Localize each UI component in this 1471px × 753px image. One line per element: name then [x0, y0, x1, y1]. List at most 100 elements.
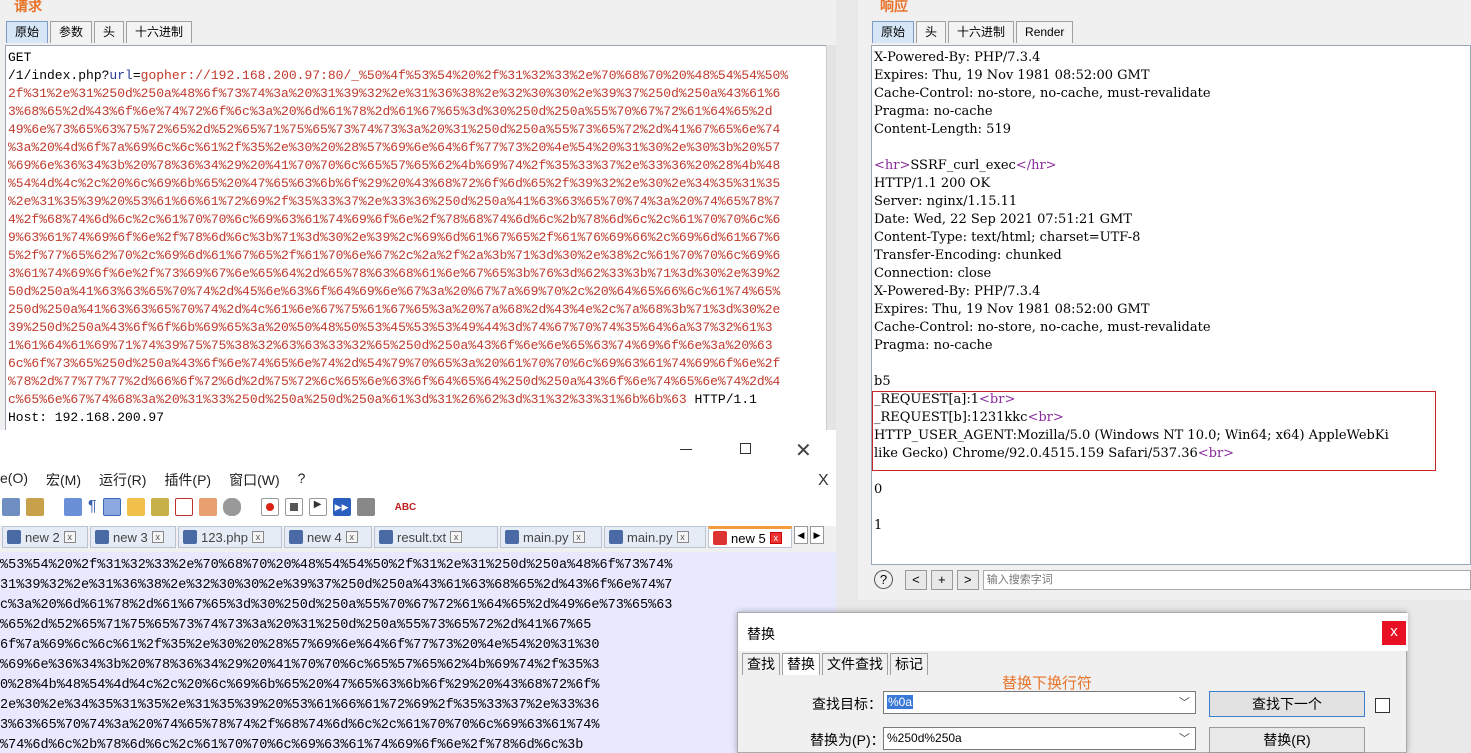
find-field[interactable]: %0a ﹀ — [883, 691, 1196, 714]
doc-map-icon[interactable] — [126, 498, 145, 516]
tab-hex[interactable]: 十六进制 — [126, 21, 193, 43]
file-tab[interactable]: new 4x — [284, 526, 372, 548]
close-tab-icon[interactable]: x — [450, 531, 463, 543]
tab-replace[interactable]: 替换 — [782, 653, 820, 675]
pdf-icon[interactable] — [174, 498, 193, 516]
next-button[interactable]: > — [956, 569, 979, 590]
replace-field[interactable]: %250d%250a ﹀ — [883, 727, 1196, 750]
tab-raw[interactable]: 原始 — [6, 21, 49, 43]
notepad-close-x[interactable]: X — [818, 472, 829, 490]
response-line: HTTP/1.1 200 OK — [874, 176, 991, 191]
tab-scroll-left[interactable]: ◀ — [794, 526, 808, 544]
tab-mark[interactable]: 标记 — [890, 653, 928, 675]
search-input[interactable] — [982, 569, 1471, 590]
tab-find-in-files[interactable]: 文件查找 — [822, 653, 888, 675]
response-panel: 响应 原始 头 十六进制 Render X-Powered-By: PHP/7.… — [858, 0, 1471, 600]
maximize-button[interactable] — [740, 443, 751, 454]
save-all-icon[interactable] — [2, 498, 20, 516]
request-url-line-last: c%65%6e%67%74%68%3a%20%31%33%250d%250a%2… — [8, 391, 824, 409]
close-tab-icon[interactable]: x — [769, 532, 782, 544]
response-line: Content-Length: 519 — [874, 122, 1011, 137]
tab-label: new 4 — [307, 529, 342, 545]
response-body-one: 1 — [874, 518, 883, 533]
function-list-icon[interactable] — [150, 498, 169, 516]
file-tab[interactable]: main.py x — [500, 526, 602, 548]
folder-icon[interactable] — [198, 498, 217, 516]
minimize-button[interactable] — [680, 449, 692, 450]
saved-icon — [7, 530, 21, 544]
file-tab[interactable]: main.py x — [604, 526, 706, 548]
response-tabs: 原始 头 十六进制 Render — [872, 21, 1074, 43]
response-line: Pragma: no-cache — [874, 104, 993, 119]
notepad-toolbar: ¶ ▶ ▶▶ ABC — [0, 494, 836, 520]
response-line: Transfer-Encoding: chunked — [874, 248, 1062, 263]
hr-text: SSRF_curl_exec — [910, 158, 1016, 173]
add-button[interactable]: + — [930, 569, 953, 590]
chevron-down-icon[interactable]: ﹀ — [1179, 730, 1190, 746]
monitor-icon[interactable] — [222, 498, 241, 516]
notepad-editor[interactable]: %53%54%20%2f%31%32%33%2e%70%68%70%20%48%… — [0, 552, 836, 753]
save-macro-icon[interactable] — [356, 498, 375, 516]
replace-button[interactable]: 替换(R) — [1209, 727, 1365, 753]
find-label: 查找目标： — [812, 696, 882, 712]
request-editor[interactable]: GET /1/index.php?url=gopher://192.168.20… — [5, 45, 827, 440]
response-line: Cache-Control: no-store, no-cache, must-… — [874, 86, 1211, 101]
file-tab[interactable]: result.txt x — [374, 526, 498, 548]
request-method-line: GET — [8, 50, 32, 65]
response-search-bar: ? < + > — [871, 566, 1471, 593]
menu-item[interactable]: 插件(P) — [164, 470, 211, 492]
tab-render[interactable]: Render — [1016, 21, 1074, 43]
tab-params[interactable]: 参数 — [50, 21, 93, 43]
request-url-line: 6c%6f%73%65%250d%250a%43%6f%6e%74%65%6e%… — [8, 356, 781, 371]
prev-button[interactable]: < — [904, 569, 927, 590]
tab-scroll-right[interactable]: ▶ — [810, 526, 824, 544]
find-next-button[interactable]: 查找下一个 — [1209, 691, 1365, 717]
saved-icon — [289, 530, 303, 544]
spellcheck-icon[interactable]: ABC — [395, 502, 417, 513]
response-line: Cache-Control: no-store, no-cache, must-… — [874, 320, 1211, 335]
menu-item[interactable]: ? — [298, 470, 306, 492]
lock-icon[interactable] — [26, 498, 44, 516]
close-tab-icon[interactable]: x — [63, 531, 76, 543]
menu-item[interactable]: 窗口(W) — [229, 470, 280, 492]
response-blank — [874, 499, 1468, 517]
indent-guide-icon[interactable] — [102, 498, 121, 516]
file-tab[interactable]: new 3x — [90, 526, 176, 548]
close-tab-icon[interactable]: x — [151, 531, 164, 543]
close-tab-icon[interactable]: x — [572, 531, 585, 543]
menu-item[interactable]: e(O) — [0, 470, 28, 492]
file-tab[interactable]: 123.php x — [178, 526, 282, 548]
menu-item[interactable]: 运行(R) — [99, 470, 146, 492]
editor-line: c%3a%20%6d%61%78%2d%61%67%65%3d%30%250d%… — [0, 598, 673, 613]
menu-item[interactable]: 宏(M) — [46, 470, 81, 492]
tab-find[interactable]: 查找 — [742, 653, 780, 675]
help-icon[interactable]: ? — [874, 570, 893, 589]
fast-forward-icon[interactable]: ▶▶ — [332, 498, 351, 516]
play-icon[interactable]: ▶ — [308, 498, 327, 516]
response-viewer[interactable]: X-Powered-By: PHP/7.3.4 Expires: Thu, 19… — [871, 45, 1471, 565]
record-icon[interactable] — [260, 498, 279, 516]
pilcrow-icon[interactable]: ¶ — [88, 498, 97, 516]
editor-line: 31%39%32%2e%31%36%38%2e%32%30%30%2e%39%3… — [0, 578, 673, 593]
stop-icon[interactable] — [284, 498, 303, 516]
tab-raw[interactable]: 原始 — [872, 21, 915, 43]
request-scrollbar[interactable] — [826, 45, 836, 440]
request-url-line-0: /1/index.php?url=gopher://192.168.200.97… — [8, 67, 824, 85]
close-tab-icon[interactable]: x — [676, 531, 689, 543]
dialog-close-button[interactable]: x — [1382, 621, 1406, 645]
file-tab[interactable]: new 2x — [2, 526, 88, 548]
request-url-line: 250d%250a%41%63%63%65%70%74%2d%4c%61%6e%… — [8, 302, 781, 317]
chevron-down-icon[interactable]: ﹀ — [1179, 694, 1190, 710]
option-checkbox[interactable] — [1375, 698, 1390, 713]
tab-headers[interactable]: 头 — [916, 21, 947, 43]
tab-headers[interactable]: 头 — [94, 21, 125, 43]
close-tab-icon[interactable]: x — [252, 531, 264, 543]
tab-hex[interactable]: 十六进制 — [948, 21, 1015, 43]
request-url-line: 1%61%64%61%69%71%74%39%75%75%38%32%63%63… — [8, 338, 773, 353]
close-icon[interactable]: ✕ — [795, 438, 812, 463]
file-tab-active[interactable]: new 5x — [708, 526, 792, 548]
response-hr-line: <hr>SSRF_curl_exec</hr> — [874, 157, 1468, 175]
wrap-icon[interactable] — [64, 498, 82, 516]
close-tab-icon[interactable]: x — [345, 531, 358, 543]
saved-icon — [183, 530, 197, 544]
